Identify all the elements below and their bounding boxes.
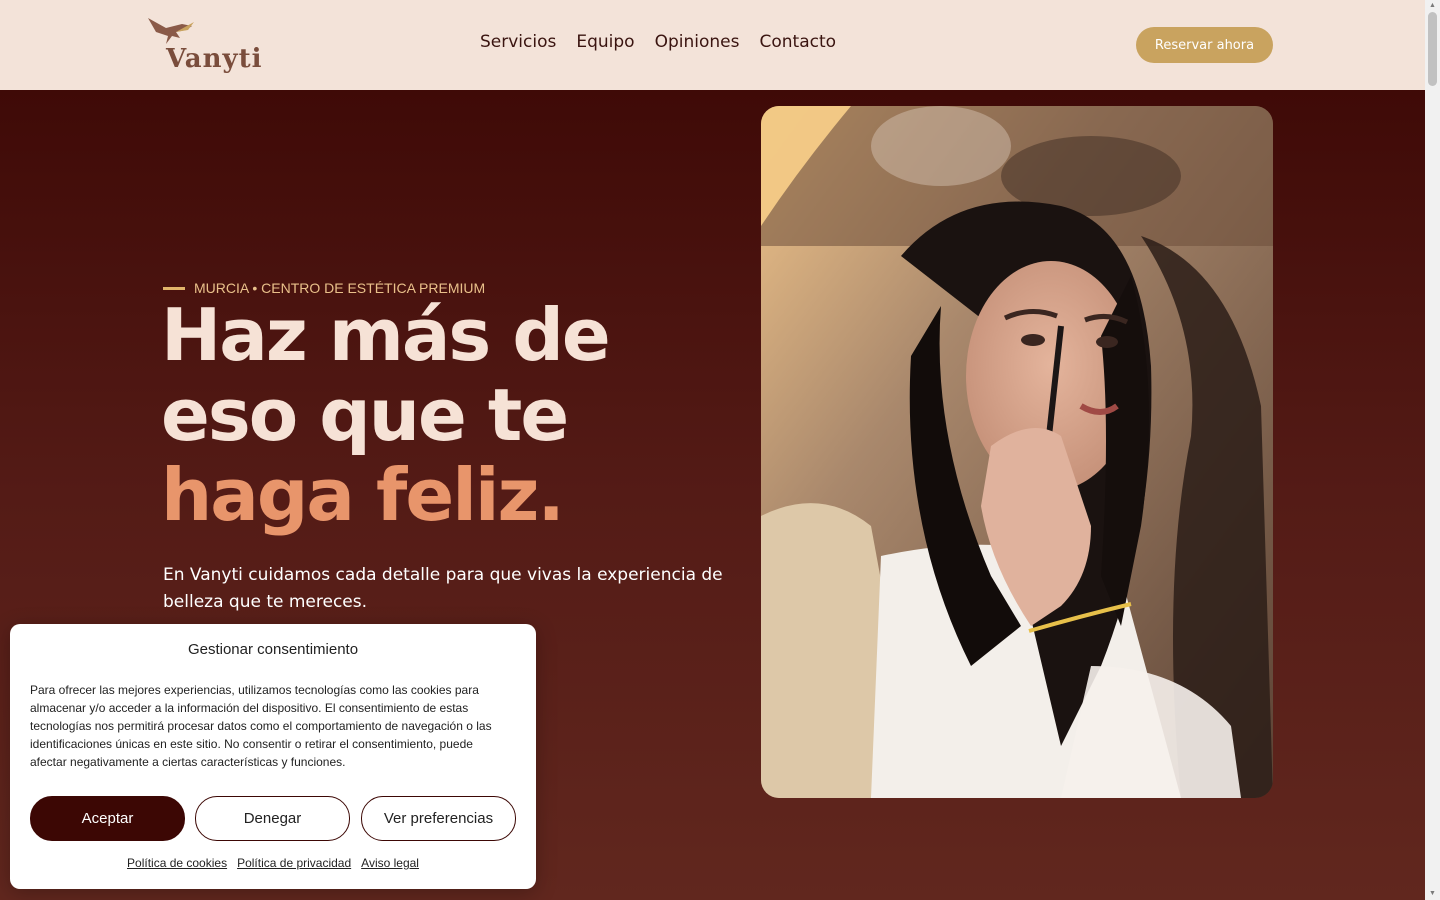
vanyti-logo[interactable]: Vanyti [146, 14, 262, 78]
nav-equipo[interactable]: Equipo [576, 32, 634, 52]
consent-text: Para ofrecer las mejores experiencias, u… [30, 683, 492, 769]
preferences-button[interactable]: Ver preferencias [361, 796, 516, 841]
headline-accent: haga feliz. [161, 453, 565, 537]
book-now-button[interactable]: Reservar ahora [1136, 27, 1273, 63]
deny-button[interactable]: Denegar [195, 796, 350, 841]
main-nav: Servicios Equipo Opiniones Contacto [480, 32, 836, 52]
nav-contacto[interactable]: Contacto [759, 32, 836, 52]
nav-opiniones[interactable]: Opiniones [655, 32, 740, 52]
cookie-consent-dialog: Gestionar consentimiento Para ofrecer la… [10, 624, 536, 889]
scroll-down-arrow-icon[interactable]: ▼ [1428, 890, 1437, 898]
privacy-policy-link[interactable]: Política de privacidad [237, 856, 351, 870]
scroll-up-arrow-icon[interactable]: ▲ [1428, 2, 1437, 10]
nav-servicios[interactable]: Servicios [480, 32, 556, 52]
scroll-thumb[interactable] [1428, 12, 1437, 86]
hero-photo [761, 106, 1273, 798]
consent-title: Gestionar consentimiento [187, 641, 359, 658]
logo-wordmark: Vanyti [166, 44, 263, 74]
woman-applying-eyebrow-pencil-photo [761, 106, 1273, 798]
kicker-line [163, 286, 185, 290]
cookie-policy-link[interactable]: Política de cookies [127, 856, 227, 870]
legal-notice-link[interactable]: Aviso legal [361, 856, 419, 870]
hero-lead: En Vanyti cuidamos cada detalle para que… [163, 565, 723, 612]
hero-headline: Haz más de eso que te haga feliz. [161, 295, 761, 535]
headline-line-1: Haz más de [161, 293, 611, 377]
site-header: Vanyti Servicios Equipo Opiniones Contac… [0, 0, 1425, 90]
headline-line-2: eso que te [161, 373, 569, 457]
page-scrollbar[interactable]: ▲ ▼ [1425, 0, 1440, 900]
consent-links: Política de cookies Política de privacid… [10, 856, 536, 870]
accept-button[interactable]: Aceptar [30, 796, 185, 841]
